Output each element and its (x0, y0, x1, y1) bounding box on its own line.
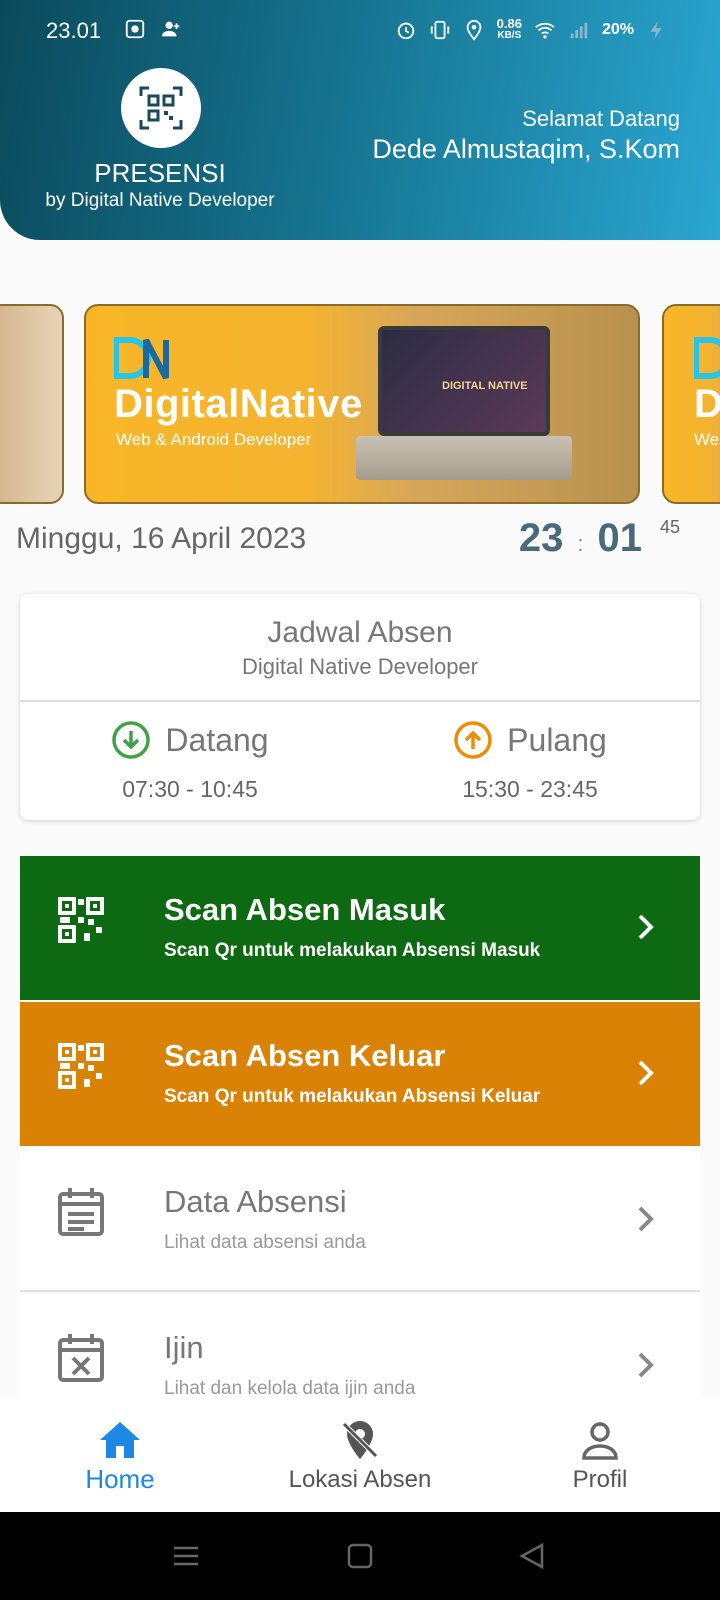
clock-hour: 23 (518, 516, 564, 560)
banner-brand: DigitalNative (114, 382, 363, 426)
arrow-down-circle-icon (112, 721, 151, 759)
gallery-icon (125, 19, 145, 39)
user-name: Dede Almustaqim, S.Kom (372, 134, 680, 164)
calendar-list-icon (58, 1188, 104, 1236)
chevron-right-icon (638, 914, 654, 940)
clock-second: 45 (659, 517, 680, 537)
calendar-cancel-icon (58, 1334, 104, 1382)
qr-code-icon (139, 86, 183, 130)
banner-slide-previous[interactable] (0, 304, 64, 504)
bottom-navigation: Home Lokasi Absen Profil (0, 1398, 720, 1512)
arrive-label: Datang (165, 721, 269, 758)
clock-minute: 01 (597, 516, 642, 560)
charging-icon (650, 20, 662, 40)
digital-native-logo (114, 337, 169, 380)
add-user-icon (161, 21, 180, 37)
menu-icon[interactable] (170, 1540, 202, 1572)
leave-schedule: Pulang 15:30 - 23:45 (360, 712, 700, 812)
menu-subtitle: Lihat data absensi anda (164, 1232, 366, 1253)
schedule-card: Jadwal Absen Digital Native Developer Da… (20, 594, 700, 820)
menu-title: Scan Absen Masuk (164, 892, 446, 927)
chevron-right-icon (638, 1060, 654, 1086)
chevron-right-icon (638, 1352, 654, 1378)
qr-code-icon (58, 1043, 104, 1089)
digital-clock: 23 : 01 45 (519, 516, 680, 561)
scan-check-out-button[interactable]: Scan Absen Keluar Scan Qr untuk melakuka… (20, 1002, 700, 1146)
app-logo (121, 68, 201, 148)
qr-code-icon (58, 897, 104, 943)
clock-separator: : (577, 531, 584, 556)
system-navigation-bar (0, 1512, 720, 1600)
welcome-text: Selamat Datang (522, 106, 680, 131)
laptop-label: DIGITAL NATIVE (442, 380, 528, 392)
schedule-title: Jadwal Absen (267, 616, 453, 649)
digital-native-logo (694, 337, 720, 379)
menu-subtitle: Lihat dan kelola data ijin anda (164, 1378, 416, 1399)
home-icon (100, 1422, 140, 1458)
banner-brand-subtitle: Web & Android Developer (116, 430, 312, 449)
app-subtitle: by Digital Native Developer (45, 190, 275, 211)
nav-profil-label: Profil (572, 1466, 628, 1493)
header: 23.01 0.86 KB/S 20% PRESENSI by Digital … (0, 0, 720, 240)
banner-slide-next[interactable]: Di Web (662, 304, 720, 504)
menu-title: Ijin (164, 1330, 204, 1365)
leave-label: Pulang (507, 721, 607, 758)
arrive-time: 07:30 - 10:45 (122, 776, 258, 802)
banner-slide-current[interactable]: DigitalNative Web & Android Developer DI… (84, 304, 640, 504)
arrive-schedule: Datang 07:30 - 10:45 (20, 712, 360, 812)
nav-lokasi-label: Lokasi Absen (288, 1466, 432, 1493)
chevron-right-icon (638, 1206, 654, 1232)
nav-home[interactable]: Home (0, 1398, 240, 1512)
menu-subtitle: Scan Qr untuk melakukan Absensi Masuk (164, 940, 541, 961)
attendance-data-button[interactable]: Data Absensi Lihat data absensi anda (20, 1148, 700, 1292)
wifi-icon (535, 22, 555, 39)
vibrate-icon (430, 20, 449, 40)
person-icon (582, 1422, 618, 1460)
nav-home-label: Home (85, 1464, 155, 1494)
divider (20, 700, 700, 702)
status-time: 23.01 (46, 18, 102, 43)
nav-profil[interactable]: Profil (480, 1398, 720, 1512)
alarm-icon (397, 22, 414, 40)
laptop-image: DIGITAL NATIVE (378, 326, 550, 436)
location-icon (466, 19, 481, 41)
arrow-up-circle-icon (454, 721, 492, 759)
menu-subtitle: Scan Qr untuk melakukan Absensi Keluar (164, 1086, 541, 1107)
status-bar: 23.01 0.86 KB/S 20% (0, 0, 720, 64)
battery-level: 20% (601, 21, 634, 38)
location-off-icon (342, 1421, 378, 1459)
nav-lokasi-absen[interactable]: Lokasi Absen (240, 1398, 480, 1512)
laptop-keyboard-image (356, 436, 572, 480)
schedule-subtitle: Digital Native Developer (242, 654, 478, 679)
app-title: PRESENSI (94, 158, 226, 188)
leave-time: 15:30 - 23:45 (462, 776, 598, 802)
back-icon[interactable] (516, 1540, 548, 1572)
banner-carousel[interactable]: DigitalNative Web & Android Developer DI… (0, 304, 720, 504)
menu-title: Data Absensi (164, 1184, 347, 1219)
current-date: Minggu, 16 April 2023 (16, 522, 307, 555)
home-button-icon[interactable] (344, 1540, 376, 1572)
scan-check-in-button[interactable]: Scan Absen Masuk Scan Qr untuk melakukan… (20, 856, 700, 1000)
net-speed: 0.86 KB/S (496, 16, 522, 41)
menu-title: Scan Absen Keluar (164, 1038, 446, 1073)
signal-icon (570, 22, 588, 39)
